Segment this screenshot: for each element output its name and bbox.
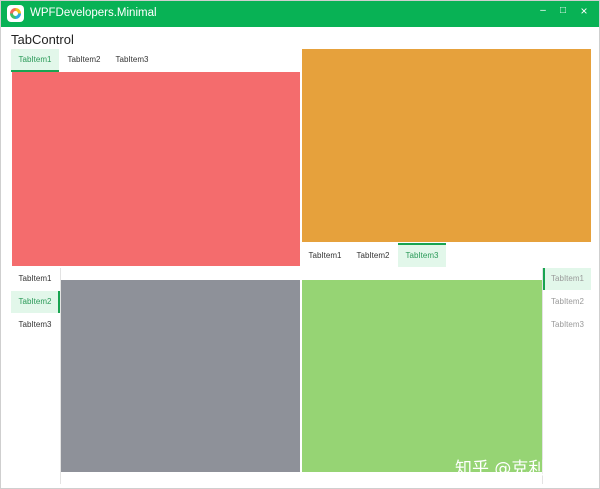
window-title: WPFDevelopers.Minimal bbox=[30, 7, 157, 19]
page-title: TabControl bbox=[11, 32, 74, 47]
minimize-button[interactable]: – bbox=[533, 1, 553, 23]
tab-bottom-item3[interactable]: TabItem3 bbox=[398, 245, 446, 267]
watermark-text: 知乎 @克利马古 bbox=[455, 459, 580, 479]
tab-right-item1[interactable]: TabItem1 bbox=[544, 268, 591, 290]
tab-content-red-panel bbox=[12, 72, 300, 266]
selected-tab-indicator bbox=[543, 268, 545, 290]
close-button[interactable]: × bbox=[574, 1, 594, 23]
tab-top-item1[interactable]: TabItem1 bbox=[11, 49, 59, 71]
tab-right-item2[interactable]: TabItem2 bbox=[544, 291, 591, 313]
tab-content-gray-panel bbox=[61, 280, 300, 472]
tab-content-orange-panel bbox=[302, 49, 591, 242]
app-logo-icon bbox=[7, 5, 24, 22]
tab-top-item3[interactable]: TabItem3 bbox=[109, 49, 155, 71]
app-window: WPFDevelopers.Minimal – □ × TabControl T… bbox=[0, 0, 600, 489]
tab-right-item3[interactable]: TabItem3 bbox=[544, 314, 591, 336]
tab-left-item3[interactable]: TabItem3 bbox=[11, 314, 59, 336]
tab-bottom-item2[interactable]: TabItem2 bbox=[350, 245, 396, 267]
selected-tab-indicator bbox=[398, 243, 446, 245]
tab-bottom-item1[interactable]: TabItem1 bbox=[302, 245, 348, 267]
tab-strip-divider bbox=[542, 268, 543, 484]
maximize-button[interactable]: □ bbox=[553, 1, 573, 23]
tab-top-item2[interactable]: TabItem2 bbox=[61, 49, 107, 71]
tab-left-item1[interactable]: TabItem1 bbox=[11, 268, 59, 290]
title-bar[interactable]: WPFDevelopers.Minimal – □ × bbox=[1, 1, 599, 27]
tab-left-item2[interactable]: TabItem2 bbox=[11, 291, 59, 313]
tab-content-green-panel bbox=[302, 280, 542, 472]
